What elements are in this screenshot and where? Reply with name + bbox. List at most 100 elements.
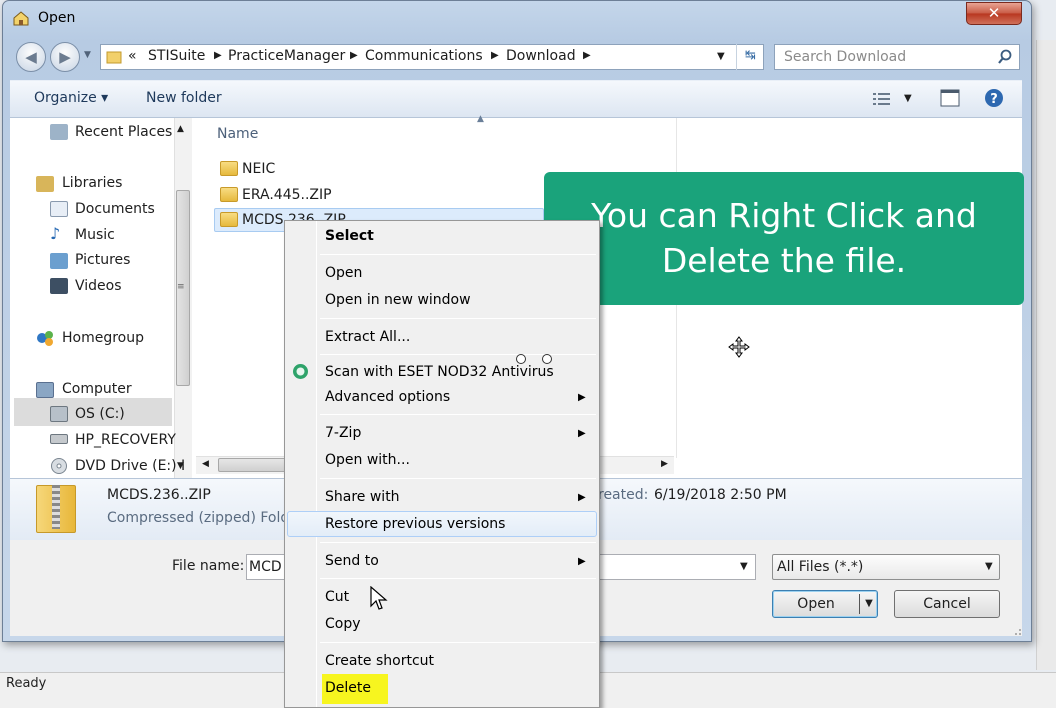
scroll-left-icon[interactable]: ◀ xyxy=(202,459,209,469)
nav-item-os-c[interactable]: OS (C:) xyxy=(75,406,125,422)
documents-icon xyxy=(50,201,68,217)
forward-button[interactable]: ▶ xyxy=(50,42,80,72)
nav-item-hp-recovery[interactable]: HP_RECOVERY xyxy=(75,432,176,448)
menu-separator xyxy=(320,642,596,643)
file-item-era[interactable]: ERA.445..ZIP xyxy=(242,187,332,203)
refresh-button[interactable]: ↹ xyxy=(736,44,764,70)
nav-item-recent-places[interactable]: Recent Places xyxy=(75,124,172,140)
back-arrow-icon: ◀ xyxy=(25,48,37,66)
nav-item-pictures[interactable]: Pictures xyxy=(75,252,130,268)
breadcrumb-arrow-icon[interactable]: ▶ xyxy=(491,50,499,61)
recent-places-icon xyxy=(50,124,68,140)
nav-item-videos[interactable]: Videos xyxy=(75,278,122,294)
drive-icon xyxy=(50,406,68,422)
breadcrumb-item[interactable]: Download xyxy=(506,48,576,64)
breadcrumb-arrow-icon[interactable]: ▶ xyxy=(214,50,222,61)
open-dropdown-icon[interactable]: ▼ xyxy=(861,591,877,617)
open-button[interactable]: Open ▼ xyxy=(772,590,878,618)
menu-separator xyxy=(320,478,596,479)
folder-icon xyxy=(106,51,122,64)
menu-item-copy[interactable]: Copy xyxy=(325,616,361,632)
file-name-label: File name: xyxy=(172,558,245,574)
file-name-dropdown-icon[interactable]: ▼ xyxy=(740,561,748,572)
sort-ascending-icon: ▲ xyxy=(477,114,484,124)
search-icon[interactable] xyxy=(996,48,1014,66)
breadcrumb-item[interactable]: PracticeManager xyxy=(228,48,345,64)
menu-item-send-to[interactable]: Send to xyxy=(325,553,379,569)
open-button-label: Open xyxy=(797,596,835,612)
computer-icon xyxy=(36,382,54,398)
menu-item-create-shortcut[interactable]: Create shortcut xyxy=(325,653,434,669)
forward-arrow-icon: ▶ xyxy=(59,48,71,66)
file-type-select[interactable]: All Files (*.*) xyxy=(772,554,1000,580)
menu-item-7zip[interactable]: 7-Zip xyxy=(325,425,361,441)
breadcrumb-arrow-icon[interactable]: ▶ xyxy=(583,50,591,61)
recent-dropdown-icon[interactable]: ▼ xyxy=(84,50,91,60)
background-scrollbar[interactable] xyxy=(1036,40,1056,670)
svg-text:?: ? xyxy=(990,92,998,107)
menu-item-extract-all[interactable]: Extract All... xyxy=(325,329,410,345)
pictures-icon xyxy=(50,253,68,269)
menu-item-advanced-options[interactable]: Advanced options xyxy=(325,389,450,405)
scroll-right-icon[interactable]: ▶ xyxy=(661,459,668,469)
callout-line-1: You can Right Click and xyxy=(591,196,977,235)
menu-separator xyxy=(320,578,596,579)
nav-item-music[interactable]: Music xyxy=(75,227,115,243)
help-icon[interactable]: ? xyxy=(984,88,1004,108)
nav-item-documents[interactable]: Documents xyxy=(75,201,155,217)
menu-item-share-with[interactable]: Share with xyxy=(325,489,400,505)
callout-line-2: Delete the file. xyxy=(661,241,907,280)
new-folder-button[interactable]: New folder xyxy=(146,90,222,106)
menu-item-delete[interactable]: Delete xyxy=(325,680,371,696)
nav-item-libraries[interactable]: Libraries xyxy=(62,175,122,191)
back-button[interactable]: ◀ xyxy=(16,42,46,72)
nav-item-computer[interactable]: Computer xyxy=(62,381,132,397)
drive-icon xyxy=(50,434,68,444)
submenu-arrow-icon: ▶ xyxy=(578,428,586,439)
breadcrumb-item[interactable]: Communications xyxy=(365,48,483,64)
submenu-arrow-icon: ▶ xyxy=(578,556,586,567)
menu-item-scan-eset[interactable]: Scan with ESET NOD32 Antivirus xyxy=(325,364,554,380)
scroll-up-icon[interactable]: ▲ xyxy=(177,124,184,134)
menu-item-select[interactable]: Select xyxy=(325,228,374,244)
menu-item-restore-previous-versions[interactable]: Restore previous versions xyxy=(325,516,505,532)
cancel-button[interactable]: Cancel xyxy=(894,590,1000,618)
view-list-icon[interactable] xyxy=(872,91,892,107)
close-button[interactable]: ✕ xyxy=(966,2,1022,25)
breadcrumb-item[interactable]: STISuite xyxy=(148,48,205,64)
submenu-arrow-icon: ▶ xyxy=(578,392,586,403)
menu-item-open[interactable]: Open xyxy=(325,265,362,281)
organize-button[interactable]: Organize ▾ xyxy=(34,90,108,106)
view-dropdown-icon[interactable]: ▼ xyxy=(904,93,912,104)
details-created-value: 6/19/2018 2:50 PM xyxy=(654,487,787,503)
file-item-neic[interactable]: NEIC xyxy=(242,161,275,177)
file-type-dropdown-icon[interactable]: ▼ xyxy=(985,561,993,572)
breadcrumb-arrow-icon[interactable]: ▶ xyxy=(350,50,358,61)
menu-separator xyxy=(320,542,596,543)
preview-pane-icon[interactable] xyxy=(940,89,960,107)
mouse-pointer-icon xyxy=(370,586,388,610)
move-cursor-icon xyxy=(728,336,750,358)
details-created-label: reated: xyxy=(598,487,649,503)
nav-item-homegroup[interactable]: Homegroup xyxy=(62,330,144,346)
homegroup-icon xyxy=(37,331,53,346)
window-title: Open xyxy=(38,10,76,26)
menu-item-open-with[interactable]: Open with... xyxy=(325,452,410,468)
search-input[interactable]: Search Download xyxy=(774,44,1020,70)
menu-item-open-new-window[interactable]: Open in new window xyxy=(325,292,471,308)
menu-item-cut[interactable]: Cut xyxy=(325,589,349,605)
status-text: Ready xyxy=(6,676,47,691)
videos-icon xyxy=(50,278,68,294)
annotation-dots-icon xyxy=(516,354,552,364)
scroll-grip-icon: ≡ xyxy=(177,282,185,292)
menu-separator xyxy=(320,318,596,319)
name-column-header[interactable]: Name xyxy=(217,126,258,142)
breadcrumb-overflow[interactable]: « xyxy=(128,48,137,64)
zipper-icon xyxy=(52,485,60,529)
nav-item-dvd-drive[interactable]: DVD Drive (E:) I xyxy=(75,458,185,474)
menu-separator xyxy=(320,414,596,415)
horizontal-scrollbar-thumb[interactable] xyxy=(218,458,288,472)
refresh-icon: ↹ xyxy=(745,48,756,63)
address-dropdown-icon[interactable]: ▼ xyxy=(717,51,725,62)
resize-grip-icon[interactable] xyxy=(1010,624,1022,636)
